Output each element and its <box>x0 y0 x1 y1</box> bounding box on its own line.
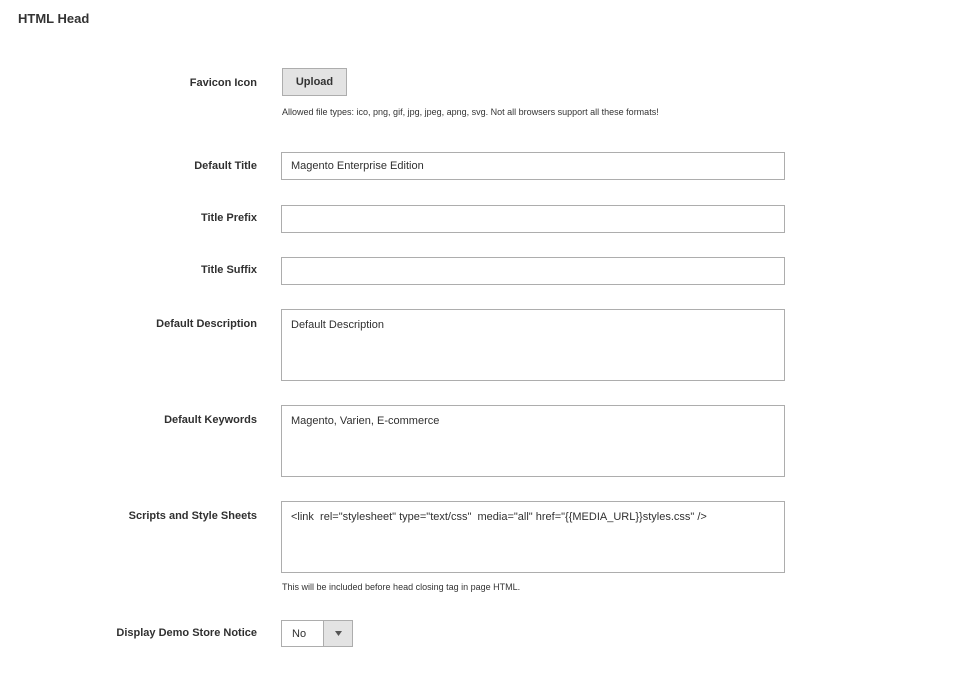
default-keywords-label: Default Keywords <box>164 414 257 426</box>
title-suffix-input[interactable] <box>281 257 785 285</box>
default-description-textarea[interactable]: Default Description <box>281 309 785 381</box>
upload-button[interactable]: Upload <box>282 68 347 96</box>
default-title-label: Default Title <box>194 160 257 172</box>
default-title-input[interactable] <box>281 152 785 180</box>
demo-notice-select[interactable]: No <box>281 620 353 647</box>
favicon-allowed-types-note: Allowed file types: ico, png, gif, jpg, … <box>282 107 659 117</box>
chevron-down-icon <box>334 631 342 636</box>
favicon-label: Favicon Icon <box>189 77 257 89</box>
scripts-note: This will be included before head closin… <box>282 582 521 592</box>
title-prefix-input[interactable] <box>281 205 785 233</box>
html-head-config-page: HTML Head Favicon Icon Upload Allowed fi… <box>0 0 975 675</box>
demo-notice-label: Display Demo Store Notice <box>116 627 257 639</box>
select-toggle[interactable] <box>323 621 352 646</box>
demo-notice-selected-value: No <box>292 628 307 640</box>
title-prefix-label: Title Prefix <box>200 212 257 224</box>
section-title[interactable]: HTML Head <box>18 11 89 26</box>
scripts-textarea[interactable]: <link rel="stylesheet" type="text/css" m… <box>281 501 785 573</box>
default-keywords-textarea[interactable]: Magento, Varien, E-commerce <box>281 405 785 477</box>
default-description-label: Default Description <box>156 318 257 330</box>
title-suffix-label: Title Suffix <box>200 264 257 276</box>
scripts-label: Scripts and Style Sheets <box>128 510 257 522</box>
